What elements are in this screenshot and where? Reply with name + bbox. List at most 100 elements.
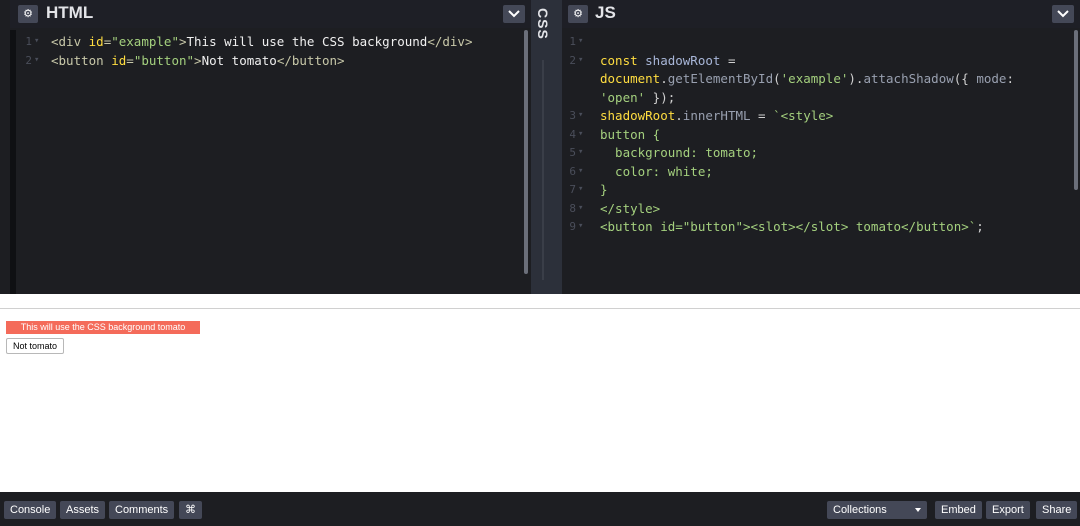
html-editor-panel: ⚙ HTML 1 ▾ <div id="example">This will use… bbox=[0, 0, 531, 294]
code-token: background: tomato; bbox=[600, 145, 759, 160]
code-line: <button id="button"><slot></slot> tomato… bbox=[600, 217, 984, 236]
fold-icon[interactable]: ▾ bbox=[578, 180, 583, 199]
console-button[interactable]: Console bbox=[4, 501, 57, 519]
footer-bar: Console Assets Comments ⌘ Collections Em… bbox=[0, 492, 1080, 526]
html-code-editor[interactable]: 1 ▾ <div id="example">This will use the CS… bbox=[10, 30, 531, 294]
fold-icon[interactable]: ▾ bbox=[578, 162, 583, 181]
code-token: getElementById bbox=[667, 71, 774, 86]
code-token: . bbox=[660, 71, 668, 86]
css-panel-label[interactable]: CSS bbox=[535, 8, 551, 40]
code-line: <button id="button">Not tomato</button> bbox=[51, 51, 345, 70]
code-token: . bbox=[675, 108, 683, 123]
line-number: 1 bbox=[25, 35, 32, 48]
fold-icon[interactable]: ▾ bbox=[578, 32, 583, 51]
code-token: attachShadow bbox=[863, 71, 954, 86]
fold-icon[interactable]: ▾ bbox=[578, 217, 583, 236]
code-token: > bbox=[178, 34, 187, 49]
code-token: mode bbox=[976, 71, 1007, 86]
fold-icon[interactable]: ▾ bbox=[578, 125, 583, 144]
line-number: 1 bbox=[569, 35, 576, 48]
code-token: shadowRoot bbox=[600, 108, 676, 123]
code-token: ( bbox=[773, 71, 781, 86]
js-panel-menu-button[interactable] bbox=[1052, 5, 1074, 23]
code-token: = bbox=[750, 108, 774, 123]
line-number: 2 bbox=[25, 53, 32, 67]
assets-button[interactable]: Assets bbox=[60, 501, 106, 519]
export-button[interactable]: Export bbox=[986, 501, 1030, 519]
gear-icon: ⚙ bbox=[573, 8, 583, 20]
code-token: ({ bbox=[953, 71, 977, 86]
code-token: button { bbox=[600, 126, 661, 142]
html-scrollbar[interactable] bbox=[524, 30, 528, 274]
example-div: This will use the CSS background tomato bbox=[6, 321, 200, 334]
code-token: }); bbox=[645, 89, 676, 105]
js-panel-header: ⚙ JS bbox=[562, 0, 1080, 28]
comments-button[interactable]: Comments bbox=[109, 501, 175, 519]
code-line: document.getElementById('example').attac… bbox=[600, 69, 1014, 88]
fold-icon[interactable]: ▾ bbox=[34, 51, 39, 70]
caret-down-icon bbox=[915, 508, 921, 512]
code-token: innerHTML bbox=[682, 108, 751, 123]
command-icon: ⌘ bbox=[185, 504, 196, 516]
line-number: 9 bbox=[569, 220, 576, 233]
share-button[interactable]: Share bbox=[1036, 501, 1078, 519]
code-token: 'open' bbox=[600, 89, 646, 105]
code-token: "example" bbox=[111, 34, 179, 49]
code-token: <button id="button"><slot></slot> tomato… bbox=[600, 219, 977, 234]
fold-icon[interactable]: ▾ bbox=[578, 106, 583, 125]
code-token: color: white; bbox=[600, 163, 713, 179]
code-line: } bbox=[600, 180, 608, 199]
editor-area: ⚙ HTML 1 ▾ <div id="example">This will use… bbox=[0, 0, 1080, 294]
code-token: = bbox=[720, 52, 736, 68]
code-token: "button" bbox=[133, 52, 195, 68]
js-editor-panel: ⚙ JS 1 ▾ 2 ▾ const shadowRoot = document.getE… bbox=[562, 0, 1080, 294]
keyboard-shortcuts-button[interactable]: ⌘ bbox=[179, 501, 202, 519]
html-panel-header: ⚙ HTML bbox=[10, 0, 531, 28]
fold-icon[interactable]: ▾ bbox=[578, 199, 583, 218]
code-line: 'open' }); bbox=[600, 88, 675, 107]
code-token: > bbox=[194, 52, 202, 68]
code-line: background: tomato; bbox=[600, 143, 758, 162]
preview-pane: This will use the CSS background tomato … bbox=[0, 308, 1080, 493]
code-token: } bbox=[600, 182, 608, 197]
panel-divider bbox=[542, 60, 544, 280]
line-number: 4 bbox=[569, 127, 576, 141]
js-scrollbar[interactable] bbox=[1074, 30, 1078, 190]
code-token: ). bbox=[848, 71, 864, 86]
fold-icon[interactable]: ▾ bbox=[578, 51, 583, 70]
code-token: <button bbox=[51, 52, 112, 68]
html-panel-menu-button[interactable] bbox=[503, 5, 525, 23]
line-number: 7 bbox=[569, 183, 576, 196]
html-settings-button[interactable]: ⚙ bbox=[18, 5, 38, 23]
line-number: 6 bbox=[569, 164, 576, 178]
not-tomato-button[interactable]: Not tomato bbox=[6, 338, 65, 354]
fold-icon[interactable]: ▾ bbox=[34, 32, 39, 51]
code-line: color: white; bbox=[600, 162, 713, 181]
code-token: : bbox=[1006, 71, 1014, 86]
code-line: <div id="example">This will use the CSS … bbox=[51, 32, 472, 51]
code-line: button { bbox=[600, 125, 660, 144]
code-line: shadowRoot.innerHTML = `<style> bbox=[600, 106, 833, 125]
line-number: 3 bbox=[569, 109, 576, 122]
embed-button[interactable]: Embed bbox=[935, 501, 982, 519]
js-code-editor[interactable]: 1 ▾ 2 ▾ const shadowRoot = document.getElemen… bbox=[562, 30, 1080, 294]
code-token: shadowRoot bbox=[645, 52, 721, 68]
code-token: 'example' bbox=[780, 71, 849, 86]
fold-icon[interactable]: ▾ bbox=[578, 143, 583, 162]
collections-dropdown[interactable]: Collections bbox=[827, 501, 927, 519]
code-line: const shadowRoot = bbox=[600, 51, 735, 70]
code-token: id bbox=[111, 52, 127, 68]
code-token: `<style> bbox=[773, 108, 834, 123]
js-panel-title: JS bbox=[595, 3, 616, 22]
code-token: <div bbox=[51, 34, 89, 49]
line-number: 5 bbox=[569, 146, 576, 159]
js-settings-button[interactable]: ⚙ bbox=[568, 5, 588, 23]
code-token: Not tomato bbox=[201, 52, 277, 68]
chevron-down-icon bbox=[1057, 10, 1069, 18]
code-token: </style> bbox=[600, 200, 661, 216]
code-token: This will use the CSS background bbox=[186, 34, 428, 49]
code-token: </div> bbox=[427, 34, 473, 49]
code-token: = bbox=[126, 52, 134, 68]
code-token: document bbox=[600, 71, 661, 86]
line-number: 2 bbox=[569, 53, 576, 67]
